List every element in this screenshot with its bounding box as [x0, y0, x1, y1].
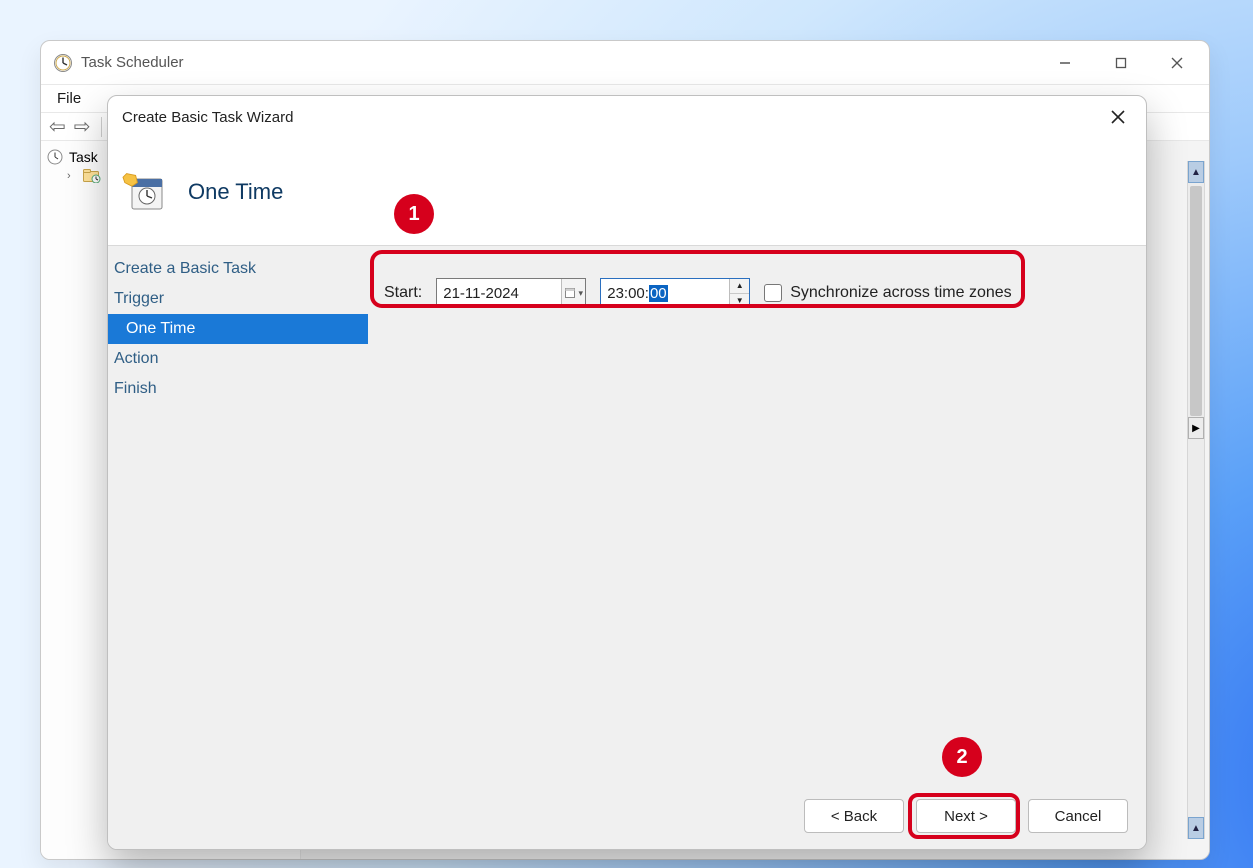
chevron-right-icon[interactable]: › [67, 170, 77, 182]
clock-icon [47, 149, 63, 165]
tree-root-label: Task [69, 149, 98, 165]
menu-file[interactable]: File [47, 88, 91, 109]
checkbox-icon[interactable] [764, 284, 782, 302]
step-finish[interactable]: Finish [108, 374, 368, 404]
start-date-input[interactable]: 21-11-2024 ▾ [436, 278, 586, 308]
wizard-header-title: One Time [188, 179, 283, 205]
step-action[interactable]: Action [108, 344, 368, 374]
start-date-value: 21-11-2024 [437, 285, 561, 302]
folder-clock-icon [83, 169, 101, 183]
wizard-content: Start: 21-11-2024 ▾ 23:00:00 [368, 246, 1146, 783]
maximize-button[interactable] [1107, 49, 1135, 77]
wizard-titlebar: Create Basic Task Wizard [108, 96, 1146, 138]
task-icon [122, 169, 168, 215]
start-time-input[interactable]: 23:00:00 ▲ ▼ [600, 278, 750, 308]
spinner-down-icon[interactable]: ▼ [730, 294, 749, 308]
step-one-time[interactable]: One Time [108, 314, 368, 344]
scroll-up-icon[interactable]: ▲ [1188, 817, 1204, 839]
toolbar-separator [101, 117, 102, 137]
calendar-dropdown-icon[interactable]: ▾ [561, 279, 585, 307]
step-trigger[interactable]: Trigger [108, 284, 368, 314]
sync-timezones-label: Synchronize across time zones [790, 284, 1011, 302]
scroll-up-icon[interactable]: ▲ [1188, 161, 1204, 183]
back-button[interactable]: < Back [804, 799, 904, 833]
scroll-thumb[interactable] [1190, 186, 1202, 416]
scrollbar[interactable]: ▲ ▶ ▲ [1187, 161, 1205, 839]
sync-timezones-checkbox[interactable]: Synchronize across time zones [764, 284, 1011, 302]
cancel-button[interactable]: Cancel [1028, 799, 1128, 833]
close-button[interactable] [1163, 49, 1191, 77]
create-basic-task-wizard: Create Basic Task Wizard One Time Create… [107, 95, 1147, 850]
close-icon[interactable] [1104, 103, 1132, 131]
next-button[interactable]: Next > [916, 799, 1016, 833]
forward-arrow-icon[interactable]: ⇨ [72, 117, 93, 137]
start-time-value: 23:00:00 [601, 285, 729, 302]
back-arrow-icon[interactable]: ⇦ [47, 117, 68, 137]
wizard-footer: < Back Next > Cancel 2 [108, 783, 1146, 849]
time-spinner[interactable]: ▲ ▼ [729, 279, 749, 307]
wizard-header: One Time [108, 138, 1146, 246]
main-titlebar: Task Scheduler [41, 41, 1209, 85]
wizard-title: Create Basic Task Wizard [122, 109, 293, 126]
scroll-right-icon[interactable]: ▶ [1188, 417, 1204, 439]
start-label: Start: [384, 284, 422, 302]
spinner-up-icon[interactable]: ▲ [730, 279, 749, 294]
minimize-button[interactable] [1051, 49, 1079, 77]
main-window-title: Task Scheduler [81, 54, 1051, 71]
step-create-basic-task[interactable]: Create a Basic Task [108, 254, 368, 284]
wizard-steps: Create a Basic Task Trigger One Time Act… [108, 246, 368, 783]
clock-icon [53, 53, 73, 73]
